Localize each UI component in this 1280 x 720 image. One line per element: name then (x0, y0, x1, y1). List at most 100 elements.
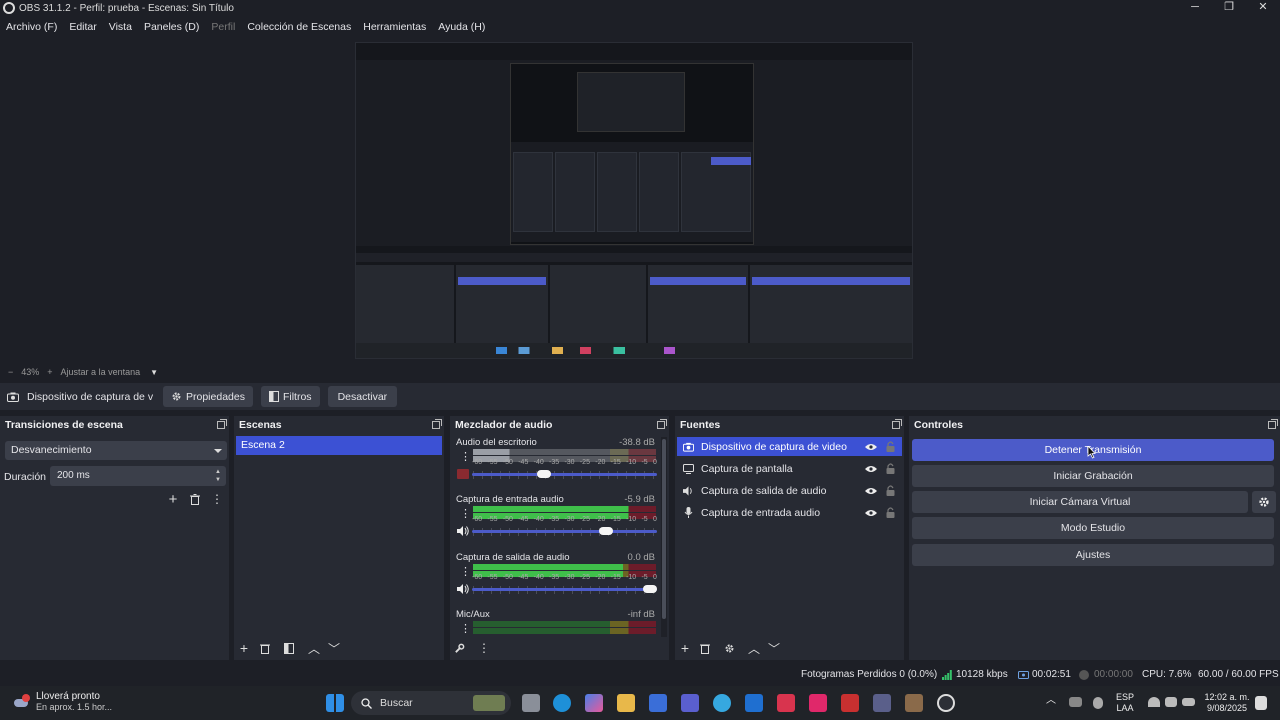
game-icon[interactable] (905, 694, 923, 712)
gear-icon[interactable] (452, 641, 466, 655)
store-icon[interactable] (649, 694, 667, 712)
eye-icon[interactable] (864, 443, 878, 451)
eye-icon[interactable] (864, 465, 878, 473)
chevron-up-icon[interactable]: ︿ (307, 641, 321, 656)
virtual-cam-settings-button[interactable] (1252, 491, 1276, 513)
cloud-icon[interactable] (1069, 697, 1082, 707)
taskbar-search[interactable]: Buscar (351, 691, 511, 715)
menu-herramientas[interactable]: Herramientas (357, 21, 432, 33)
language-indicator[interactable]: ESP LAA (1116, 692, 1134, 714)
minimize-button[interactable]: ─ (1178, 0, 1212, 16)
close-button[interactable]: ✕ (1246, 0, 1280, 16)
volume-slider[interactable] (472, 470, 657, 478)
battery-icon[interactable] (1182, 698, 1195, 706)
windows-taskbar: Lloverá pronto En aprox. 1.5 hor... Busc… (0, 686, 1280, 720)
eye-icon[interactable] (864, 487, 878, 495)
source-item[interactable]: Dispositivo de captura de video (677, 437, 902, 456)
obs-taskbar-icon[interactable] (937, 694, 955, 712)
speaker-icon[interactable] (457, 526, 469, 539)
start-virtual-cam-button[interactable]: Iniciar Cámara Virtual (912, 491, 1248, 513)
trash-icon[interactable] (258, 641, 272, 655)
speaker-icon[interactable] (457, 584, 469, 597)
eye-icon[interactable] (864, 509, 878, 517)
duration-input[interactable]: 200 ms ▲ ▼ (50, 466, 226, 486)
volume-slider[interactable] (472, 527, 657, 535)
start-recording-button[interactable]: Iniciar Grabación (912, 465, 1274, 487)
file-explorer-icon[interactable] (617, 694, 635, 712)
chevron-up-icon[interactable]: ︿ (747, 641, 761, 656)
tiktok-icon[interactable] (809, 694, 827, 712)
filter-icon[interactable] (282, 641, 296, 655)
zoom-out-button[interactable]: − (8, 367, 13, 377)
properties-button[interactable]: Propiedades (163, 386, 253, 407)
lock-icon[interactable] (883, 441, 897, 452)
trash-icon[interactable] (188, 492, 202, 506)
lock-icon[interactable] (883, 485, 897, 496)
preview-canvas[interactable] (355, 42, 913, 359)
edge-icon[interactable] (553, 694, 571, 712)
lock-icon[interactable] (883, 507, 897, 518)
status-bar: Fotogramas Perdidos 0 (0.0%) 10128 kbps … (0, 665, 1280, 685)
weather-widget[interactable]: Lloverá pronto En aprox. 1.5 hor... (14, 691, 112, 712)
settings-button[interactable]: Ajustes (912, 544, 1274, 566)
add-icon[interactable]: + (166, 491, 180, 508)
windows-start-icon[interactable] (326, 694, 344, 712)
app-icon[interactable] (681, 694, 699, 712)
app-red-icon[interactable] (777, 694, 795, 712)
source-item[interactable]: Captura de salida de audio (677, 481, 902, 500)
deactivate-button[interactable]: Desactivar (327, 386, 398, 407)
chevron-down-icon[interactable]: ﹀ (327, 641, 341, 656)
wifi-icon[interactable] (1148, 697, 1160, 707)
copilot-icon[interactable] (585, 694, 603, 712)
lock-icon[interactable] (883, 463, 897, 474)
menu-coleccion-escenas[interactable]: Colección de Escenas (241, 21, 357, 33)
source-item[interactable]: Captura de pantalla (677, 459, 902, 478)
volume-slider[interactable] (472, 585, 657, 593)
chevron-down-icon[interactable]: ﹀ (767, 641, 781, 656)
task-view-icon[interactable] (522, 694, 540, 712)
undock-icon[interactable] (657, 419, 667, 429)
undock-icon[interactable] (432, 419, 442, 429)
more-vertical-icon[interactable]: ⋮ (460, 624, 471, 635)
more-vertical-icon[interactable]: ⋮ (210, 492, 224, 506)
source-item[interactable]: Captura de entrada audio (677, 503, 902, 522)
app-tf-icon[interactable] (841, 694, 859, 712)
more-vertical-icon[interactable]: ⋮ (460, 567, 471, 578)
clock[interactable]: 12:02 a. m. 9/08/2025 (1203, 692, 1251, 714)
more-vertical-icon[interactable]: ⋮ (477, 641, 491, 655)
more-vertical-icon[interactable]: ⋮ (460, 452, 471, 463)
more-vertical-icon[interactable]: ⋮ (460, 509, 471, 520)
transition-select[interactable]: Desvanecimiento (5, 441, 227, 460)
app-discord-icon[interactable] (873, 694, 891, 712)
trash-icon[interactable] (698, 641, 712, 655)
chevron-up-icon[interactable]: ︿ (1046, 695, 1056, 706)
fit-window-label[interactable]: Ajustar a la ventana (61, 367, 141, 377)
outlook-icon[interactable] (745, 694, 763, 712)
fps: 60.00 / 60.00 FPS (1198, 669, 1279, 680)
undock-icon[interactable] (1268, 419, 1278, 429)
clock-date: 9/08/2025 (1206, 703, 1248, 713)
notifications-icon[interactable] (1255, 696, 1267, 710)
microphone-icon[interactable] (1093, 697, 1103, 709)
studio-mode-button[interactable]: Modo Estudio (912, 517, 1274, 539)
menu-vista[interactable]: Vista (103, 21, 138, 33)
add-icon[interactable]: + (237, 640, 251, 656)
menu-editar[interactable]: Editar (63, 21, 102, 33)
maximize-button[interactable]: ❐ (1212, 0, 1246, 16)
menu-paneles[interactable]: Paneles (D) (138, 21, 205, 33)
spin-arrows-icon[interactable]: ▲ ▼ (215, 468, 221, 484)
gear-icon[interactable] (722, 641, 736, 655)
filters-button[interactable]: Filtros (260, 386, 320, 407)
chrome-icon[interactable] (713, 694, 731, 712)
add-icon[interactable]: + (678, 640, 692, 656)
zoom-in-button[interactable]: + (47, 367, 52, 377)
undock-icon[interactable] (217, 419, 227, 429)
chevron-down-icon[interactable]: ▼ (150, 368, 158, 377)
muted-icon[interactable] (457, 469, 469, 482)
menu-ayuda[interactable]: Ayuda (H) (432, 21, 491, 33)
menu-archivo[interactable]: Archivo (F) (0, 21, 63, 33)
undock-icon[interactable] (892, 419, 902, 429)
volume-icon[interactable] (1165, 697, 1177, 707)
scene-item[interactable]: Escena 2 (236, 436, 442, 455)
mixer-scrollbar[interactable] (661, 437, 667, 637)
